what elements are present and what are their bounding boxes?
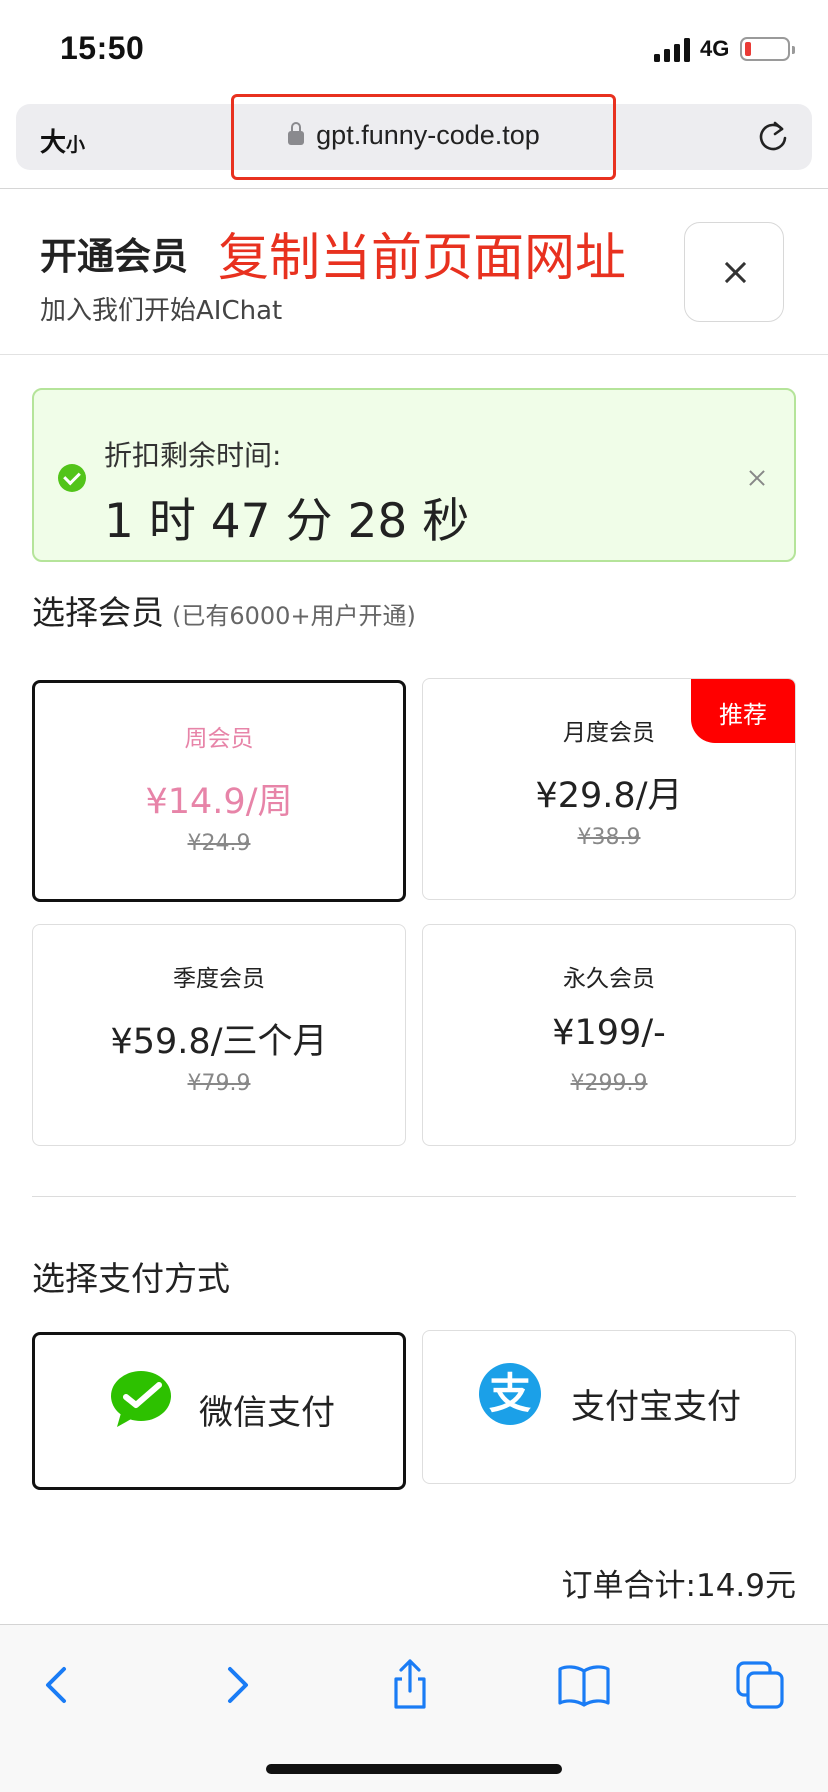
plan-card-weekly[interactable]: 周会员 ¥14.9/周 ¥24.9: [32, 680, 406, 902]
wechat-icon: [111, 1371, 171, 1427]
back-icon[interactable]: [28, 1655, 88, 1715]
plan-card-lifetime[interactable]: 永久会员 ¥199/- ¥299.9: [422, 924, 796, 1146]
bookmarks-icon[interactable]: [554, 1655, 614, 1715]
plan-original-price: ¥24.9: [187, 831, 251, 856]
plan-original-price: ¥38.9: [577, 825, 641, 850]
plan-name: 周会员: [184, 726, 254, 752]
alert-close-icon[interactable]: [744, 464, 772, 492]
alipay-icon: 支: [479, 1363, 541, 1425]
network-type: 4G: [700, 36, 730, 61]
plan-original-price: ¥79.9: [187, 1071, 251, 1096]
plan-card-quarterly[interactable]: 季度会员 ¥59.8/三个月 ¥79.9: [32, 924, 406, 1146]
plans-hint: (已有6000+用户开通): [172, 602, 416, 630]
plan-name: 月度会员: [563, 720, 655, 746]
home-indicator: [266, 1764, 562, 1774]
order-total: 订单合计:14.9元: [561, 1568, 796, 1604]
forward-icon[interactable]: [206, 1655, 266, 1715]
plan-price: ¥29.8/月: [535, 776, 683, 816]
plan-price: ¥59.8/三个月: [110, 1022, 328, 1062]
payment-section-title: 选择支付方式: [32, 1259, 230, 1298]
discount-countdown: 1 时 47 分 28 秒: [104, 494, 470, 549]
discount-label: 折扣剩余时间:: [104, 439, 282, 472]
annotation-text: 复制当前页面网址: [218, 229, 627, 288]
plan-original-price: ¥299.9: [570, 1071, 648, 1096]
plans-title-text: 选择会员: [32, 593, 164, 632]
status-bar: 15:50 4G: [0, 0, 828, 100]
plan-name: 季度会员: [173, 966, 265, 992]
battery-icon: [740, 37, 795, 61]
status-time: 15:50: [60, 30, 145, 66]
url-highlight-box: [231, 94, 616, 180]
pay-label: 支付宝支付: [571, 1387, 741, 1427]
section-divider: [32, 1196, 796, 1197]
reload-icon[interactable]: [756, 120, 790, 154]
page-title: 开通会员: [40, 235, 188, 278]
signal-icon: [654, 36, 690, 62]
browser-divider: [0, 188, 828, 189]
tabs-icon[interactable]: [730, 1655, 790, 1715]
pay-option-alipay[interactable]: 支 支付宝支付: [422, 1330, 796, 1484]
plan-price: ¥199/-: [552, 1013, 666, 1053]
page-subtitle: 加入我们开始AIChat: [40, 296, 283, 326]
share-icon[interactable]: [380, 1655, 440, 1715]
plan-name: 永久会员: [563, 966, 655, 992]
plans-section-title: 选择会员 (已有6000+用户开通): [32, 586, 416, 634]
plan-card-monthly[interactable]: 推荐 月度会员 ¥29.8/月 ¥38.9: [422, 678, 796, 900]
plan-price: ¥14.9/周: [145, 782, 293, 822]
pay-label: 微信支付: [199, 1393, 335, 1433]
close-button[interactable]: [684, 222, 784, 322]
discount-alert: 折扣剩余时间: 1 时 47 分 28 秒: [32, 388, 796, 562]
header-divider: [0, 354, 828, 355]
pay-option-wechat[interactable]: 微信支付: [32, 1332, 406, 1490]
check-circle-icon: [58, 464, 86, 492]
